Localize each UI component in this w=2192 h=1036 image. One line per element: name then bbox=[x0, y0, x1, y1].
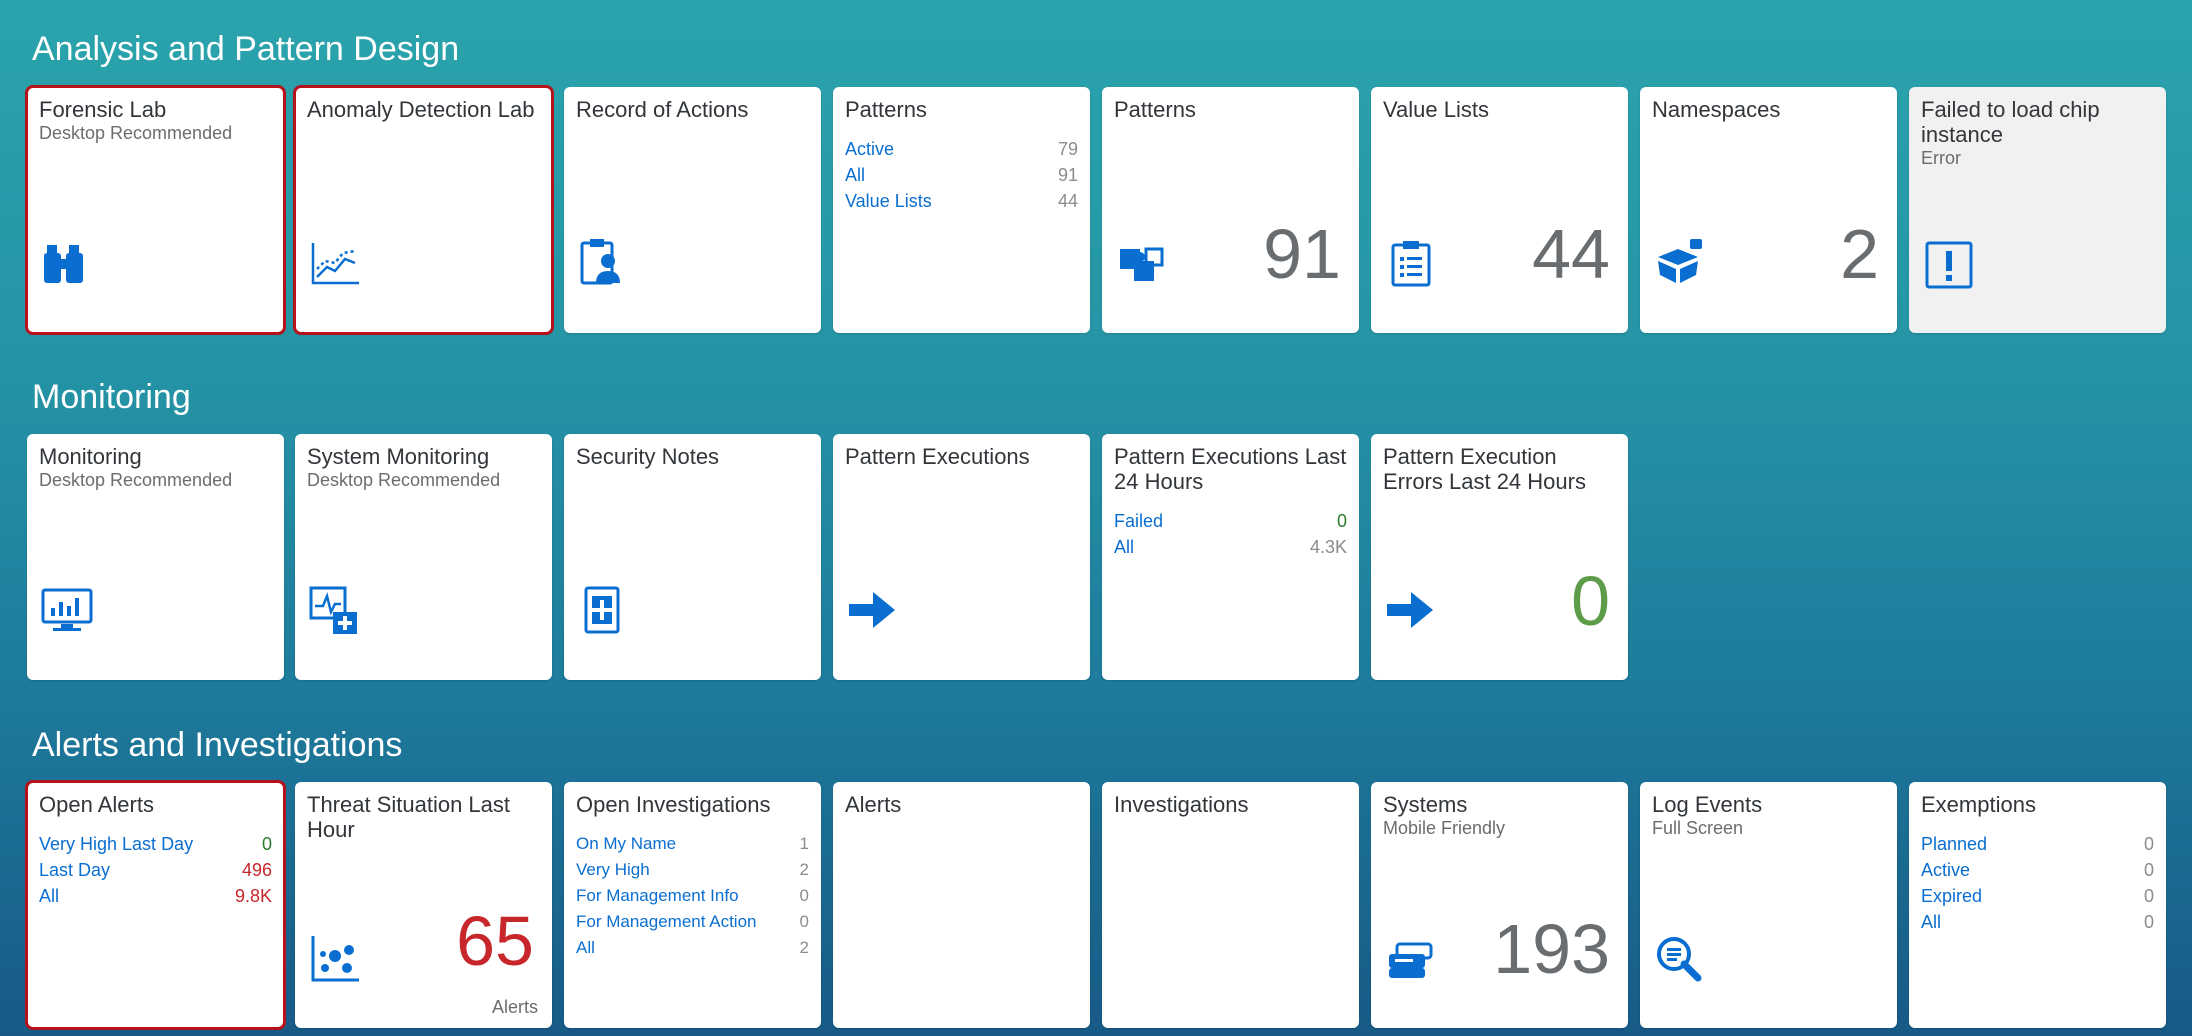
tile-footer: Alerts bbox=[491, 997, 538, 1017]
list-item[interactable]: Very High 2 bbox=[576, 857, 809, 883]
tile-title: Anomaly Detection Lab bbox=[307, 97, 535, 122]
section-title-analysis: Analysis and Pattern Design bbox=[32, 30, 460, 68]
list-item[interactable]: All 4.3K bbox=[1114, 534, 1347, 560]
tile-subtitle: Error bbox=[1921, 148, 1961, 168]
tile-namespaces[interactable]: Namespaces 2 bbox=[1640, 87, 1897, 333]
arrow-right-icon bbox=[1383, 582, 1439, 638]
tile-title: Record of Actions bbox=[576, 97, 749, 122]
list-item[interactable]: All 0 bbox=[1921, 909, 2154, 935]
tile-systems[interactable]: Systems Mobile Friendly 193 bbox=[1371, 782, 1628, 1028]
tile-anomaly-detection-lab[interactable]: Anomaly Detection Lab bbox=[293, 85, 554, 335]
launchpad: Analysis and Pattern Design Forensic Lab… bbox=[0, 0, 2180, 1036]
puzzle-icon bbox=[1114, 235, 1170, 291]
tile-pattern-execution-errors-24h[interactable]: Pattern Execution Errors Last 24 Hours 0 bbox=[1371, 434, 1628, 680]
tile-title: Patterns bbox=[1114, 97, 1196, 122]
list-item[interactable]: Failed 0 bbox=[1114, 508, 1347, 534]
line-chart-icon bbox=[307, 235, 363, 291]
servers-icon bbox=[1383, 930, 1439, 986]
tile-title: Pattern Executions Last 24 Hours bbox=[1114, 444, 1347, 494]
tile-title: Pattern Executions bbox=[845, 444, 1030, 469]
tile-investigations[interactable]: Investigations bbox=[1102, 782, 1359, 1028]
tile-patterns-list[interactable]: Patterns Active 79 All 91 Value Lists 44 bbox=[833, 87, 1090, 333]
box-icon bbox=[1652, 235, 1708, 291]
tile-title: Value Lists bbox=[1383, 97, 1489, 122]
tile-forensic-lab[interactable]: Forensic Lab Desktop Recommended bbox=[25, 85, 286, 335]
list-clipboard-icon bbox=[1383, 235, 1439, 291]
tile-title: Investigations bbox=[1114, 792, 1249, 817]
list-item[interactable]: Active 79 bbox=[845, 136, 1078, 162]
tile-title: Security Notes bbox=[576, 444, 720, 469]
kpi-list: On My Name 1 Very High 2 For Management In… bbox=[576, 831, 809, 961]
tile-subtitle: Full Screen bbox=[1652, 818, 1744, 838]
tile-monitoring[interactable]: Monitoring Desktop Recommended bbox=[27, 434, 284, 680]
tile-record-of-actions[interactable]: Record of Actions bbox=[564, 87, 821, 333]
list-item[interactable]: On My Name 1 bbox=[576, 831, 809, 857]
clipboard-user-icon bbox=[576, 235, 632, 291]
monitor-chart-icon bbox=[39, 582, 95, 638]
tile-pattern-executions-24h[interactable]: Pattern Executions Last 24 Hours Failed 0… bbox=[1102, 434, 1359, 680]
tile-log-events[interactable]: Log Events Full Screen bbox=[1640, 782, 1897, 1028]
tile-title: Exemptions bbox=[1921, 792, 2036, 817]
document-add-icon bbox=[576, 582, 632, 638]
tile-title: Open Alerts bbox=[39, 792, 154, 817]
warning-icon bbox=[1921, 235, 1977, 291]
search-log-icon bbox=[1652, 930, 1708, 986]
kpi-list: Active 79 All 91 Value Lists 44 bbox=[845, 136, 1078, 214]
tile-title: Monitoring bbox=[39, 444, 142, 469]
tile-title: Forensic Lab bbox=[39, 97, 167, 122]
tile-kpi-value: 65 bbox=[456, 902, 534, 980]
list-item[interactable]: Last Day 496 bbox=[39, 857, 272, 883]
list-item[interactable]: Expired 0 bbox=[1921, 883, 2154, 909]
tile-kpi-value: 0 bbox=[1571, 562, 1610, 640]
binoculars-icon bbox=[39, 235, 95, 291]
list-item[interactable]: Active 0 bbox=[1921, 857, 2154, 883]
tile-title: Alerts bbox=[845, 792, 902, 817]
arrow-right-icon bbox=[845, 582, 901, 638]
list-item[interactable]: Very High Last Day 0 bbox=[39, 831, 272, 857]
tile-title: System Monitoring bbox=[307, 444, 490, 469]
section-title-monitoring: Monitoring bbox=[32, 378, 191, 416]
tile-pattern-executions[interactable]: Pattern Executions bbox=[833, 434, 1090, 680]
tile-subtitle: Mobile Friendly bbox=[1383, 818, 1506, 838]
kpi-list: Planned 0 Active 0 Expired 0 All 0 bbox=[1921, 831, 2154, 935]
tile-threat-situation[interactable]: Threat Situation Last Hour 65 Alerts bbox=[295, 782, 552, 1028]
tile-kpi-value: 193 bbox=[1493, 910, 1610, 988]
tile-kpi-value: 44 bbox=[1532, 215, 1610, 293]
tile-subtitle: Desktop Recommended bbox=[39, 470, 233, 490]
list-item[interactable]: For Management Action 0 bbox=[576, 909, 809, 935]
tile-value-lists[interactable]: Value Lists 44 bbox=[1371, 87, 1628, 333]
scatter-chart-icon bbox=[307, 930, 363, 986]
tile-system-monitoring[interactable]: System Monitoring Desktop Recommended bbox=[295, 434, 552, 680]
tile-kpi-value: 91 bbox=[1263, 215, 1341, 293]
tile-title: Pattern Execution Errors Last 24 Hours bbox=[1383, 444, 1586, 494]
activity-add-icon bbox=[307, 582, 363, 638]
list-item[interactable]: All 91 bbox=[845, 162, 1078, 188]
list-item[interactable]: Planned 0 bbox=[1921, 831, 2154, 857]
tile-title: Systems bbox=[1383, 792, 1468, 817]
tile-title: Log Events bbox=[1652, 792, 1763, 817]
tile-title: Threat Situation Last Hour bbox=[307, 792, 511, 842]
tile-title: Namespaces bbox=[1652, 97, 1781, 122]
tile-title: Patterns bbox=[845, 97, 927, 122]
kpi-list: Very High Last Day 0 Last Day 496 All 9.8K bbox=[39, 831, 272, 909]
tile-open-alerts[interactable]: Open Alerts Very High Last Day 0 Last Day… bbox=[25, 780, 286, 1030]
list-item[interactable]: Value Lists 44 bbox=[845, 188, 1078, 214]
tile-title: Open Investigations bbox=[576, 792, 771, 817]
tile-open-investigations[interactable]: Open Investigations On My Name 1 Very Hig… bbox=[564, 782, 821, 1028]
section-title-alerts: Alerts and Investigations bbox=[32, 726, 403, 764]
tile-kpi-value: 2 bbox=[1840, 215, 1879, 293]
tile-subtitle: Desktop Recommended bbox=[39, 123, 233, 143]
list-item[interactable]: All 9.8K bbox=[39, 883, 272, 909]
list-item[interactable]: For Management Info 0 bbox=[576, 883, 809, 909]
list-item[interactable]: All 2 bbox=[576, 935, 809, 961]
kpi-list: Failed 0 All 4.3K bbox=[1114, 508, 1347, 560]
tile-title: Failed to load chip instance bbox=[1921, 97, 2100, 147]
tile-alerts[interactable]: Alerts bbox=[833, 782, 1090, 1028]
tile-exemptions[interactable]: Exemptions Planned 0 Active 0 Expired 0 All… bbox=[1909, 782, 2166, 1028]
tile-failed-chip[interactable]: Failed to load chip instance Error bbox=[1909, 87, 2166, 333]
tile-patterns-count[interactable]: Patterns 91 bbox=[1102, 87, 1359, 333]
tile-security-notes[interactable]: Security Notes bbox=[564, 434, 821, 680]
tile-subtitle: Desktop Recommended bbox=[307, 470, 501, 490]
